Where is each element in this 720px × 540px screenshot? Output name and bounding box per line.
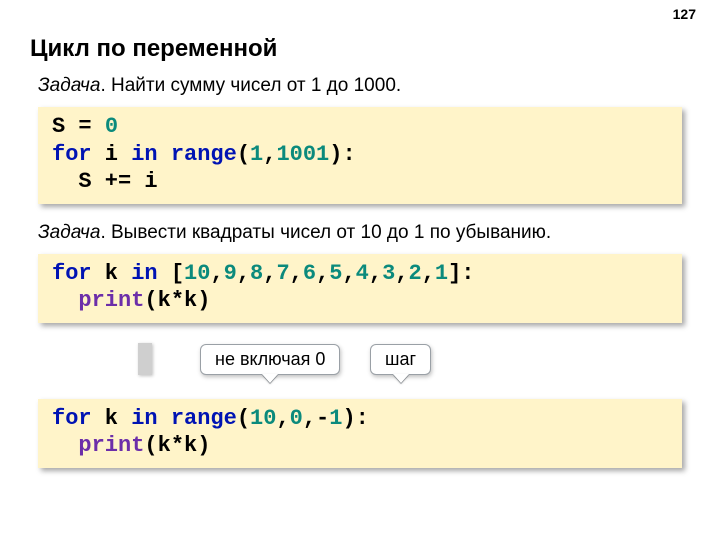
code-token: , [263,142,276,167]
code-token: 1 [435,261,448,286]
code-token [52,288,78,313]
code-token: 4 [356,261,369,286]
code-token: , [342,261,355,286]
code-token: 1 [329,406,342,431]
code-token: 0 [290,406,303,431]
code-token: 0 [105,114,118,139]
code-token: ( [237,406,250,431]
code-block-1: S = 0 for i in range(1,1001): S += i [38,107,682,204]
code-token: S += i [52,169,158,194]
callout-exclude-zero: не включая 0 [200,344,340,375]
code-token: , [290,261,303,286]
code-token: 8 [250,261,263,286]
task-1-text: . Найти сумму чисел от 1 до 1000. [100,75,401,96]
page-title: Цикл по переменной [30,35,690,63]
code-token: , [316,261,329,286]
code-token: in [131,261,157,286]
code-token: S = [52,114,105,139]
code-block-3: for k in range(10,0,-1): print(k*k) [38,399,682,468]
code-token: , [210,261,223,286]
code-token: k [92,406,132,431]
code-token: 1001 [276,142,329,167]
code-token: , [276,406,289,431]
code-token: for [52,142,92,167]
code-token: 10 [250,406,276,431]
code-token: ): [342,406,368,431]
code-token: print [78,288,144,313]
code-token: range [171,406,237,431]
code-token: 3 [382,261,395,286]
callout-step: шаг [370,344,431,375]
code-token: for [52,261,92,286]
code-block-2: for k in [10,9,8,7,6,5,4,3,2,1]: print(k… [38,254,682,323]
code-token: range [171,142,237,167]
task-1: Задача. Найти сумму чисел от 1 до 1000. [38,75,690,97]
code-token: for [52,406,92,431]
code-token: in [131,142,157,167]
code-token: 2 [408,261,421,286]
task-2-text: . Вывести квадраты чисел от 10 до 1 по у… [100,222,551,243]
code-token: ,- [303,406,329,431]
code-token: 7 [276,261,289,286]
task-2: Задача. Вывести квадраты чисел от 10 до … [38,222,690,244]
code-token: print [78,433,144,458]
code-token [52,433,78,458]
cursor-icon [138,343,152,375]
code-token: i [92,142,132,167]
code-token: , [263,261,276,286]
code-token: 5 [329,261,342,286]
code-token: (k*k) [144,433,210,458]
task-2-label: Задача [38,222,100,243]
code-token: ): [329,142,355,167]
code-token: , [422,261,435,286]
code-token: 10 [184,261,210,286]
page-number: 127 [673,6,696,22]
task-1-label: Задача [38,75,100,96]
code-token: [ [158,261,184,286]
code-token: in [131,406,157,431]
code-token: 1 [250,142,263,167]
code-token: , [395,261,408,286]
code-token: , [237,261,250,286]
code-token [158,142,171,167]
code-token: k [92,261,132,286]
code-token: ]: [448,261,474,286]
code-token: , [369,261,382,286]
code-token: (k*k) [144,288,210,313]
annotation-row: не включая 0 шаг [30,341,690,393]
code-token [158,406,171,431]
code-token: 6 [303,261,316,286]
code-token: ( [237,142,250,167]
code-token: 9 [224,261,237,286]
